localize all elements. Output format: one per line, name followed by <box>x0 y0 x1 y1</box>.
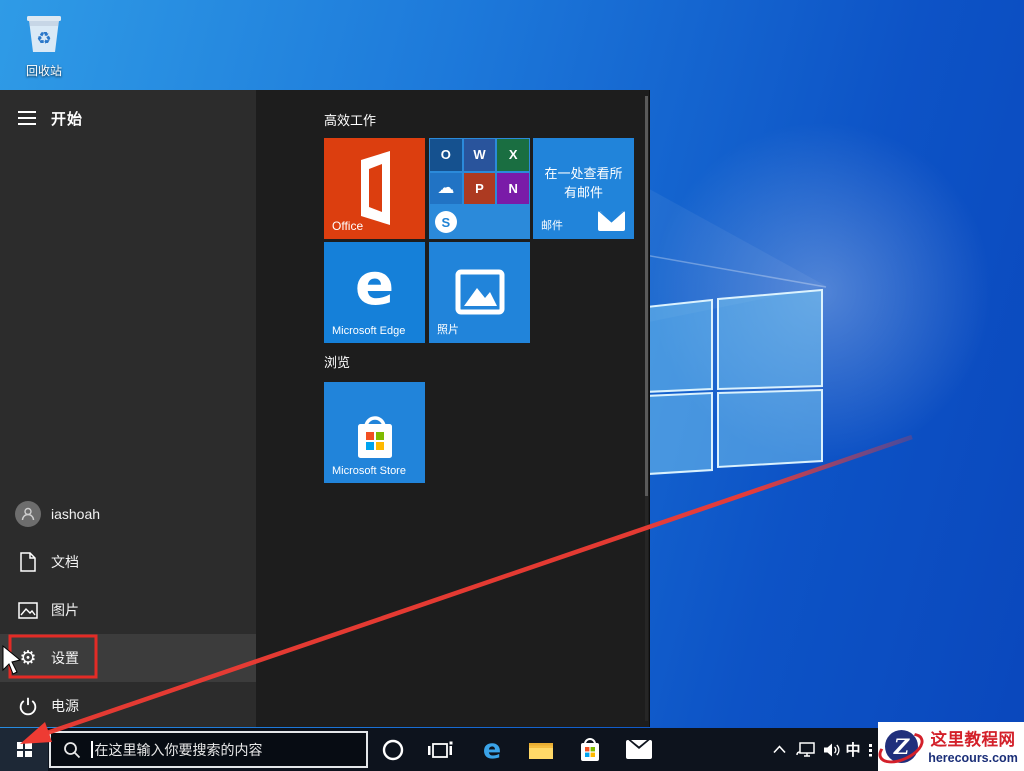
volume-tray-button[interactable] <box>820 728 844 771</box>
tile-photos[interactable]: 照片 <box>429 242 530 343</box>
tray-expand-button[interactable] <box>770 728 788 771</box>
text-caret <box>91 741 93 758</box>
sidebar-documents-label: 文档 <box>51 554 79 570</box>
tile-store[interactable]: Microsoft Store <box>324 382 425 483</box>
tile-store-label: Microsoft Store <box>332 465 406 477</box>
taskbar: 在这里输入你要搜索的内容 e 中 <box>0 728 1024 771</box>
mail-taskbar-button[interactable] <box>619 728 659 771</box>
sidebar-item-settings[interactable]: ⚙ 设置 <box>0 634 256 682</box>
edge-icon: e <box>482 734 502 765</box>
network-ethernet-icon <box>796 742 815 757</box>
start-menu: 开始 iashoah 文档 图片 ⚙ 设置 电源 高效工作 Office O W… <box>0 90 650 727</box>
user-avatar-icon <box>15 501 41 527</box>
settings-gear-icon: ⚙ <box>19 647 37 669</box>
outlook-mini-tile[interactable]: O <box>430 139 462 171</box>
tile-mail[interactable]: 在一处查看所有邮件 邮件 <box>533 138 634 239</box>
watermark-site-name: 这里教程网 <box>930 731 1016 749</box>
word-glyph: W <box>473 147 486 163</box>
excel-mini-tile[interactable]: X <box>497 139 529 171</box>
pictures-icon <box>15 597 41 623</box>
empty-cell <box>464 206 496 238</box>
file-explorer-button[interactable] <box>521 728 561 771</box>
excel-glyph: X <box>508 147 518 163</box>
tile-group-explore: 浏览 <box>324 355 351 370</box>
sidebar-item-user[interactable]: iashoah <box>0 490 256 538</box>
sidebar-item-power[interactable]: 电源 <box>0 682 256 730</box>
onedrive-cloud-icon: ☁ <box>437 178 455 198</box>
cortana-icon <box>382 739 404 760</box>
recycle-bin[interactable]: ♻ 回收站 <box>12 8 76 79</box>
watermark-site-domain: herecours.com <box>928 751 1018 765</box>
store-taskbar-icon <box>581 737 599 761</box>
windows-start-icon <box>16 742 32 757</box>
ime-indicator[interactable]: 中 <box>842 728 864 771</box>
powerpoint-mini-tile[interactable]: P <box>463 172 496 205</box>
search-icon <box>64 741 81 758</box>
tile-office-folder[interactable]: O W X ☁ P N S <box>429 138 530 239</box>
mail-envelope-icon <box>598 211 625 231</box>
tile-mail-label: 邮件 <box>541 220 563 232</box>
hamburger-icon[interactable] <box>18 111 36 125</box>
task-view-icon <box>428 741 453 758</box>
tile-office[interactable]: Office <box>324 138 425 239</box>
empty-cell <box>497 206 529 238</box>
onenote-mini-tile[interactable]: N <box>497 172 529 205</box>
start-menu-title: 开始 <box>51 110 84 128</box>
sidebar-user-label: iashoah <box>51 506 101 522</box>
cortana-button[interactable] <box>373 728 413 771</box>
sidebar-item-pictures[interactable]: 图片 <box>0 586 256 634</box>
outlook-glyph: O <box>440 147 451 163</box>
powerpoint-glyph: P <box>475 180 484 196</box>
watermark-swoosh <box>873 726 929 770</box>
watermark-logo: Z <box>873 726 929 770</box>
tile-group-productivity: 高效工作 <box>324 113 377 128</box>
tile-photos-label: 照片 <box>437 324 459 336</box>
skype-mini-tile[interactable]: S <box>430 206 462 238</box>
recycle-bin-label: 回收站 <box>25 64 62 78</box>
mail-tile-headline: 在一处查看所有邮件 <box>544 166 623 200</box>
network-tray-button[interactable] <box>793 728 819 771</box>
recycle-bin-icon: ♻ <box>27 16 61 52</box>
sidebar-power-label: 电源 <box>51 698 79 714</box>
document-icon <box>15 549 41 575</box>
tile-office-label: Office <box>332 219 364 233</box>
svg-text:♻: ♻ <box>36 29 51 49</box>
onenote-glyph: N <box>508 180 518 196</box>
mail-taskbar-icon <box>626 740 652 759</box>
chevron-up-icon <box>772 745 786 754</box>
search-placeholder-text: 在这里输入你要搜索的内容 <box>94 741 263 758</box>
file-explorer-icon <box>529 742 553 759</box>
skype-icon: S <box>434 211 457 234</box>
start-menu-scrollbar[interactable] <box>645 96 648 721</box>
task-view-button[interactable] <box>420 728 460 771</box>
site-watermark: Z 这里教程网 herecours.com <box>873 722 1024 771</box>
start-menu-header: 开始 <box>0 102 256 134</box>
speaker-icon <box>823 743 840 756</box>
edge-taskbar-button[interactable]: e <box>472 728 512 771</box>
tile-edge[interactable]: e Microsoft Edge <box>324 242 425 343</box>
store-taskbar-button[interactable] <box>570 728 610 771</box>
word-mini-tile[interactable]: W <box>463 139 496 171</box>
power-icon <box>15 693 41 719</box>
edge-logo-icon: e <box>354 250 395 318</box>
tile-edge-label: Microsoft Edge <box>332 325 406 337</box>
taskbar-search-input[interactable]: 在这里输入你要搜索的内容 <box>49 731 368 768</box>
onedrive-mini-tile[interactable]: ☁ <box>430 172 462 205</box>
sidebar-pictures-label: 图片 <box>51 602 79 618</box>
start-button[interactable] <box>0 728 48 771</box>
sidebar-item-documents[interactable]: 文档 <box>0 538 256 586</box>
sidebar-settings-label: 设置 <box>51 650 79 666</box>
